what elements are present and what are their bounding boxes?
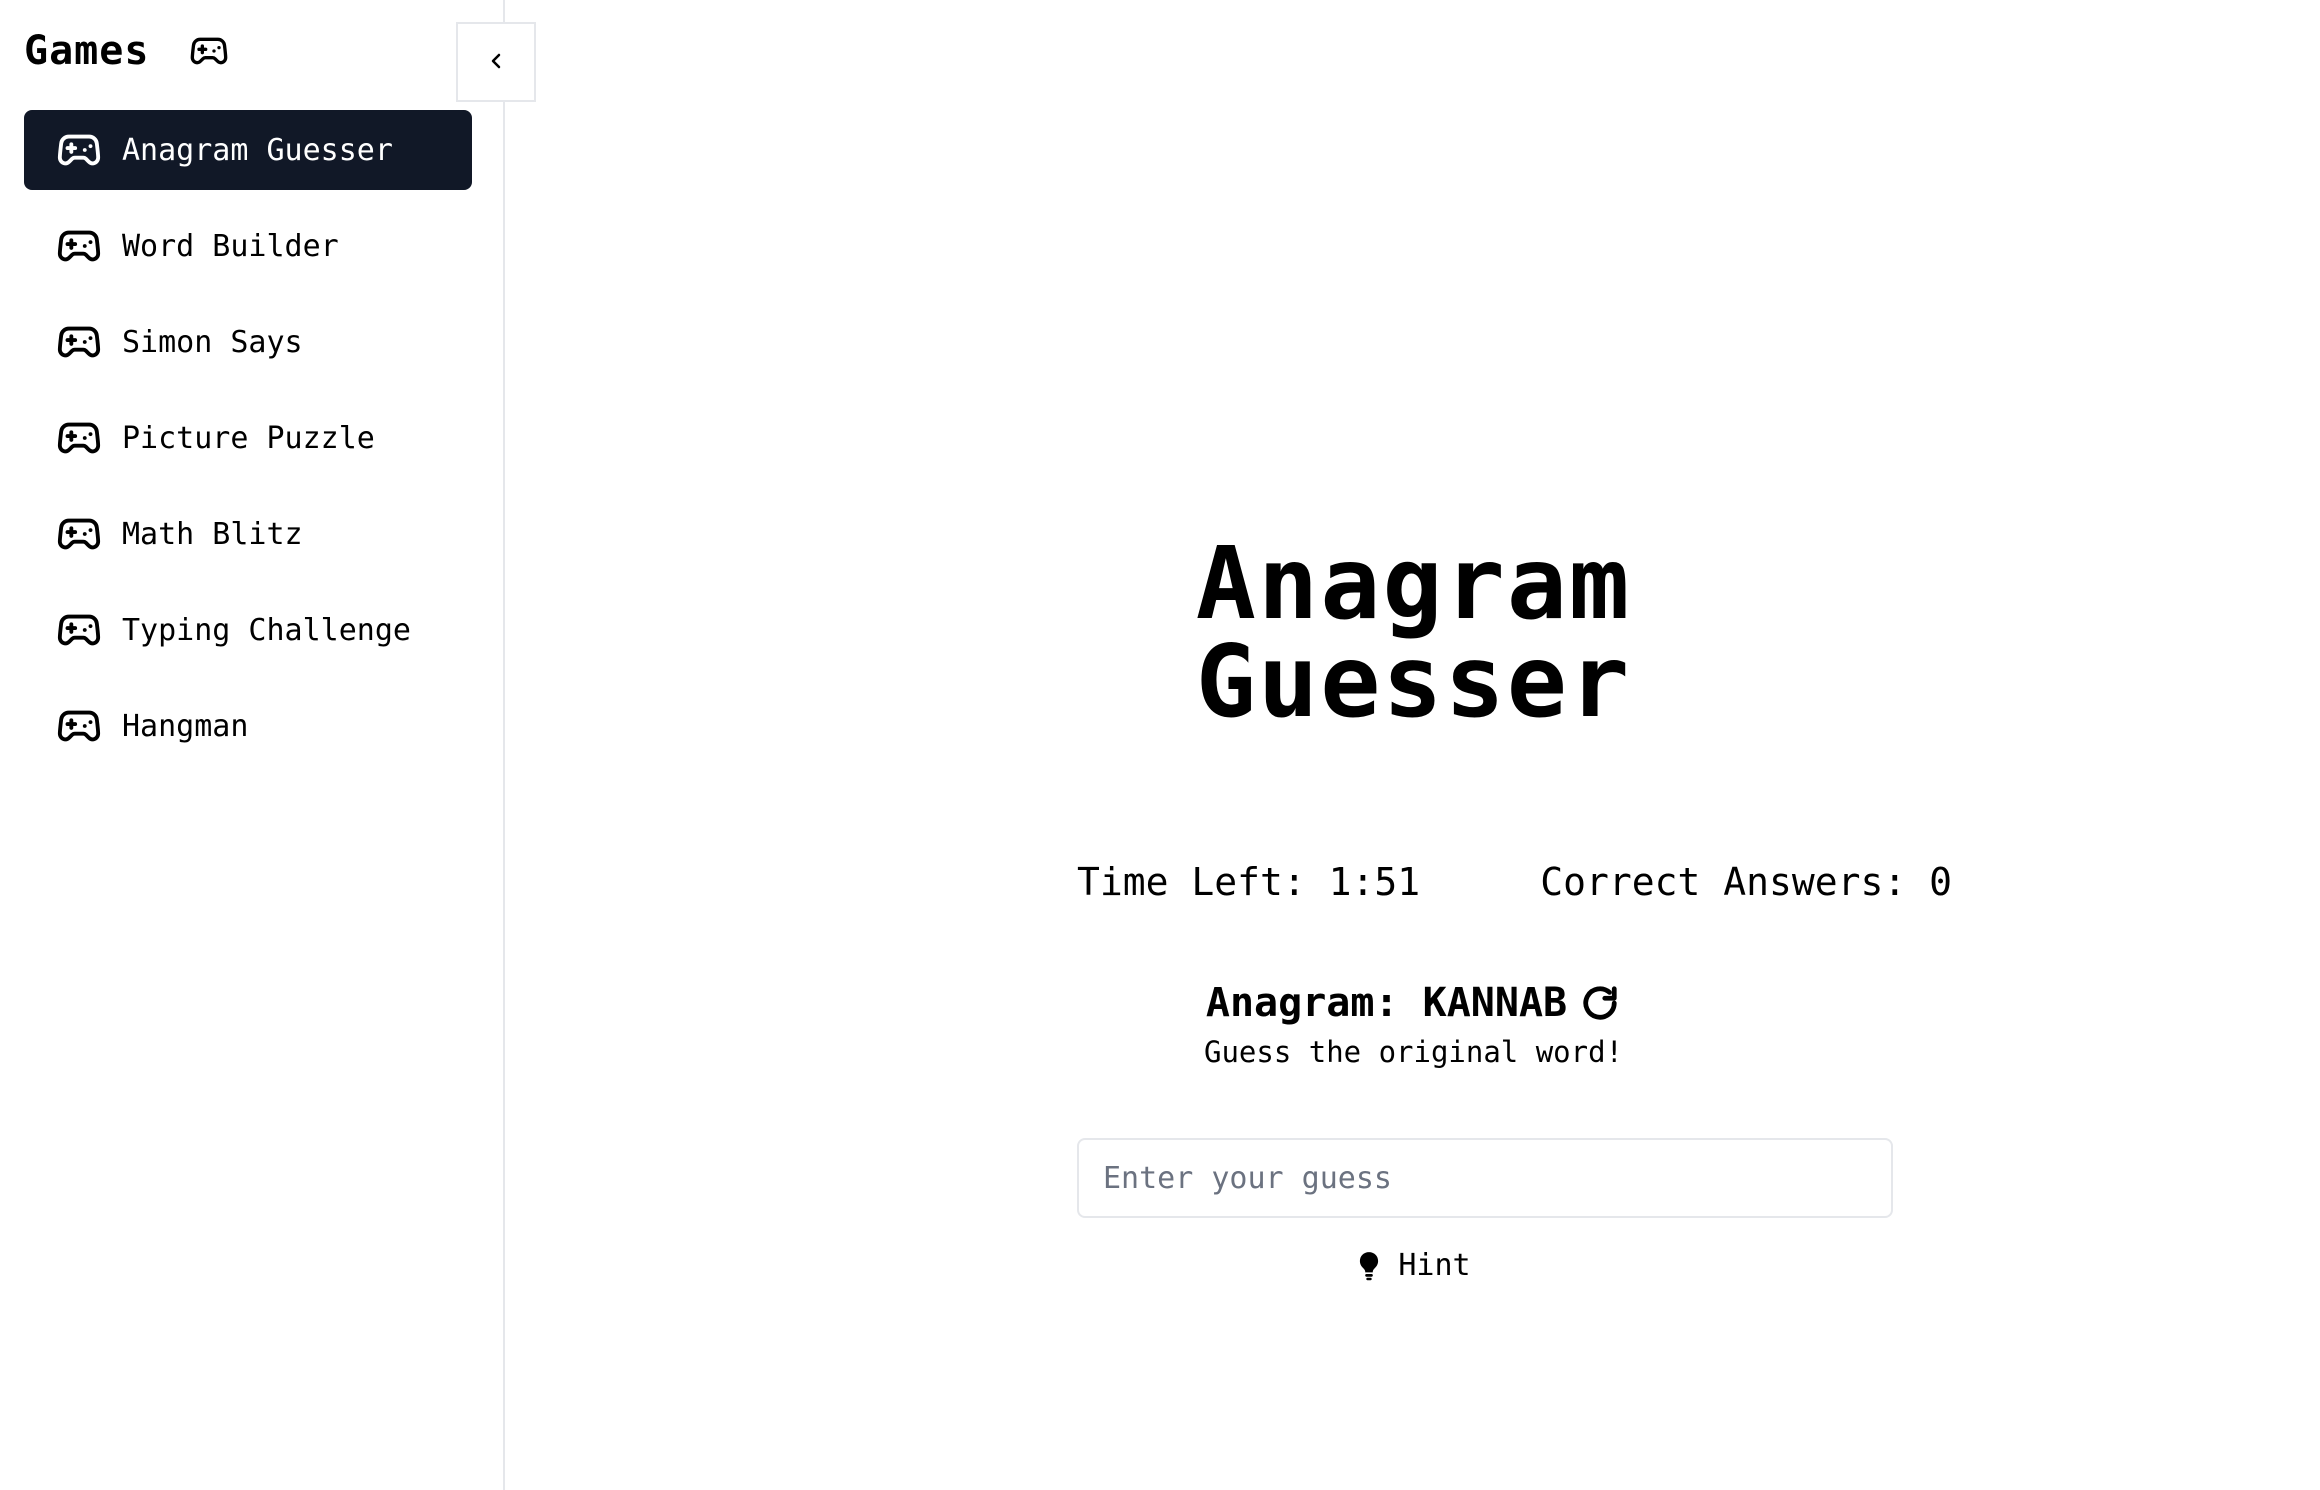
gamepad-icon: [56, 511, 102, 557]
game-title: Anagram Guesser: [507, 534, 2320, 732]
anagram-display: Anagram: KANNAB: [507, 980, 2320, 1026]
hint-label: Hint: [1398, 1248, 1471, 1283]
sidebar-item-hangman[interactable]: Hangman: [24, 686, 472, 766]
game-panel: Anagram Guesser Time Left: 1:51 Correct …: [507, 0, 2320, 1490]
lightbulb-icon: [1356, 1249, 1386, 1283]
time-left-value: 1:51: [1328, 860, 1421, 904]
gamepad-icon: [56, 127, 102, 173]
chevron-left-icon: [484, 49, 508, 76]
gamepad-icon: [56, 223, 102, 269]
anagram-word: KANNAB: [1422, 980, 1568, 1026]
correct-answers-value: 0: [1929, 860, 1953, 904]
sidebar-header: Games: [24, 22, 229, 80]
time-left: Time Left: 1:51: [1077, 860, 1420, 904]
sidebar-item-label: Picture Puzzle: [122, 420, 375, 456]
instruction-text: Guess the original word!: [1203, 1035, 1624, 1069]
sidebar-title: Games: [24, 28, 150, 74]
guess-input[interactable]: [1077, 1138, 1893, 1218]
refresh-icon[interactable]: [1581, 983, 1621, 1023]
sidebar-item-typing-challenge[interactable]: Typing Challenge: [24, 590, 472, 670]
hint-button[interactable]: Hint: [507, 1248, 2320, 1283]
sidebar-item-label: Typing Challenge: [122, 612, 411, 648]
sidebar: Games Anagram Guesser Word Builder Simon…: [0, 0, 505, 1490]
sidebar-item-label: Hangman: [122, 708, 249, 744]
sidebar-item-label: Simon Says: [122, 324, 303, 360]
gamepad-icon: [56, 607, 102, 653]
anagram-label: Anagram:: [1205, 980, 1399, 1026]
sidebar-item-simon-says[interactable]: Simon Says: [24, 302, 472, 382]
game-title-line2: Guesser: [1195, 623, 1632, 740]
correct-answers-label: Correct Answers:: [1540, 860, 1907, 904]
gamepad-icon: [189, 31, 229, 71]
game-stats: Time Left: 1:51 Correct Answers: 0: [1077, 860, 1952, 904]
sidebar-item-label: Anagram Guesser: [122, 132, 393, 168]
sidebar-item-picture-puzzle[interactable]: Picture Puzzle: [24, 398, 472, 478]
gamepad-icon: [56, 415, 102, 461]
gamepad-icon: [56, 703, 102, 749]
time-left-label: Time Left:: [1077, 860, 1306, 904]
sidebar-item-anagram-guesser[interactable]: Anagram Guesser: [24, 110, 472, 190]
game-nav: Anagram Guesser Word Builder Simon Says …: [24, 110, 472, 782]
correct-answers: Correct Answers: 0: [1540, 860, 1952, 904]
gamepad-icon: [56, 319, 102, 365]
sidebar-item-math-blitz[interactable]: Math Blitz: [24, 494, 472, 574]
sidebar-item-word-builder[interactable]: Word Builder: [24, 206, 472, 286]
sidebar-item-label: Math Blitz: [122, 516, 303, 552]
sidebar-item-label: Word Builder: [122, 228, 339, 264]
